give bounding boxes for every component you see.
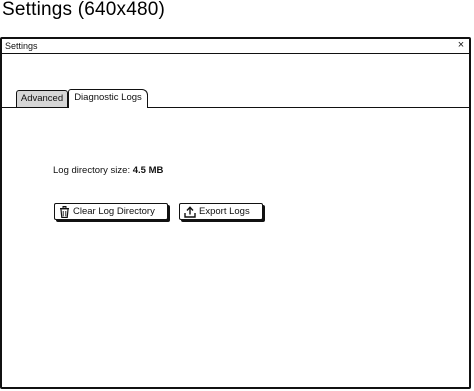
trash-icon bbox=[60, 205, 69, 218]
export-logs-button[interactable]: Export Logs bbox=[179, 203, 263, 220]
log-size-value: 4.5 MB bbox=[132, 165, 164, 176]
log-size-label: Log directory size: bbox=[53, 165, 131, 176]
log-directory-size: Log directory size: 4.5 MB bbox=[53, 165, 163, 176]
close-icon[interactable]: × bbox=[455, 39, 467, 53]
upload-icon bbox=[184, 205, 196, 218]
tab-diagnostic-logs[interactable]: Diagnostic Logs bbox=[68, 89, 148, 111]
settings-window: Settings × Advanced Diagnostic Logs Log … bbox=[0, 37, 471, 389]
clear-log-directory-label: Clear Log Directory bbox=[73, 205, 155, 217]
tab-advanced-label: Advanced bbox=[20, 93, 64, 104]
title-bar: Settings × bbox=[2, 39, 469, 54]
window-title: Settings bbox=[5, 41, 38, 51]
clear-log-directory-button[interactable]: Clear Log Directory bbox=[54, 203, 168, 220]
page-caption: Settings (640x480) bbox=[2, 0, 166, 20]
tab-diagnostic-logs-label: Diagnostic Logs bbox=[74, 92, 142, 103]
export-logs-label: Export Logs bbox=[199, 205, 250, 217]
tab-advanced[interactable]: Advanced bbox=[16, 90, 68, 108]
